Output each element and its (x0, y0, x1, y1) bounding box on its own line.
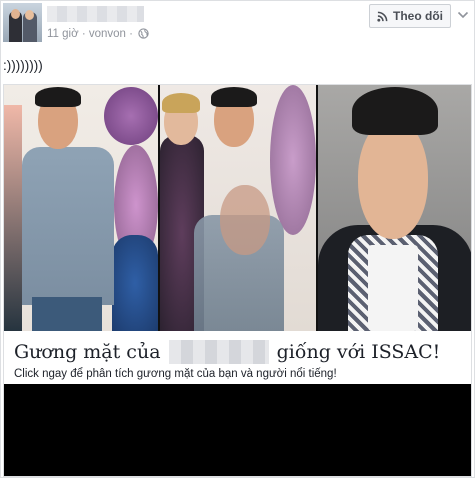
post-timestamp[interactable]: 11 giờ (47, 28, 79, 40)
celebrity-face (358, 119, 428, 239)
profile-avatar[interactable] (3, 3, 42, 42)
person-hair (211, 87, 257, 107)
post-meta: 11 giờ · vonvon · (47, 28, 149, 42)
follow-button-label: Theo dõi (393, 9, 443, 23)
person-jeans (32, 297, 102, 331)
side-person (4, 105, 22, 331)
link-preview-card[interactable]: Gương mặt của giống với ISSAC! Click nga… (3, 84, 472, 477)
link-text-area[interactable]: Gương mặt của giống với ISSAC! Click nga… (4, 331, 471, 384)
link-media-area[interactable] (4, 384, 471, 476)
chevron-down-icon[interactable] (456, 8, 470, 22)
person-shirt (22, 147, 114, 305)
redacted-name (168, 340, 269, 364)
avatar-person-right-head (25, 10, 34, 20)
author-name-redacted[interactable] (47, 6, 144, 22)
side-person-hair (162, 93, 200, 113)
follow-button[interactable]: Theo dõi (369, 4, 451, 28)
vase-decoration (112, 235, 158, 331)
flower-decoration (104, 87, 158, 145)
globe-icon[interactable] (138, 28, 149, 42)
celebrity-hair (352, 87, 438, 135)
link-description: Click ngay để phân tích gương mặt của bạ… (14, 368, 337, 380)
overlay-face (220, 185, 270, 255)
post-text: :)))))))) (3, 58, 43, 73)
link-headline[interactable]: Gương mặt của giống với ISSAC! (14, 340, 440, 364)
meta-separator-2: · (129, 28, 134, 40)
avatar-person-left-head (11, 9, 20, 19)
post-location[interactable]: vonvon (89, 28, 126, 40)
feed-post: 11 giờ · vonvon · Theo dõi :)))))))) Gươ… (0, 0, 475, 478)
rss-icon (377, 11, 388, 22)
celebrity-undershirt (368, 245, 418, 331)
headline-text-before: Gương mặt của (14, 341, 161, 363)
flower-decoration (270, 85, 316, 235)
link-preview-image[interactable] (4, 85, 471, 331)
meta-separator: · (81, 28, 86, 40)
headline-text-after: giống với ISSAC! (276, 341, 441, 363)
image-panel-1 (4, 85, 158, 331)
image-panel-3 (318, 85, 471, 331)
image-panel-2 (160, 85, 316, 331)
person-hair (35, 87, 81, 107)
